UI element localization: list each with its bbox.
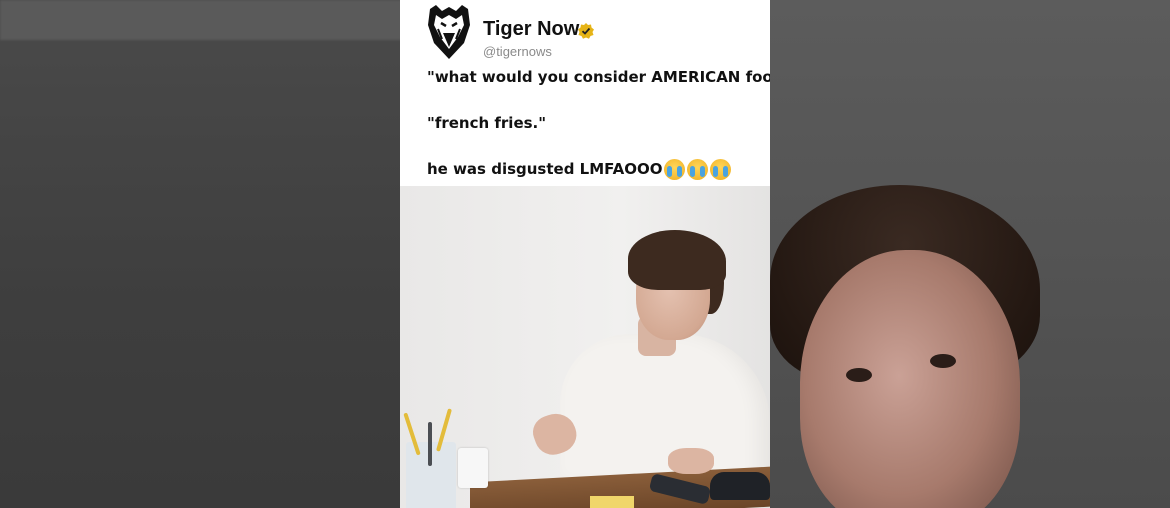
- background-left-panel: [0, 0, 400, 508]
- tiger-logo-icon[interactable]: [426, 3, 472, 61]
- background-eye: [930, 354, 956, 368]
- verified-badge-icon: [578, 23, 594, 39]
- reaction-text: he was disgusted LMFAOOO: [427, 160, 663, 178]
- photo-person-hair: [628, 230, 726, 290]
- loudly-crying-face-icon: [709, 159, 731, 180]
- background-eye: [846, 368, 872, 382]
- background-person-face: [800, 250, 1020, 508]
- post-photo[interactable]: [400, 186, 770, 508]
- photo-pencil: [428, 422, 432, 466]
- photo-person-hand: [668, 448, 714, 474]
- post-line-reaction: he was disgusted LMFAOOO: [427, 159, 757, 180]
- author-handle[interactable]: @tigernows: [483, 44, 552, 59]
- loudly-crying-face-icon: [663, 159, 685, 180]
- loudly-crying-face-icon: [686, 159, 708, 180]
- post-line-answer: "french fries.": [427, 114, 547, 132]
- post-card: Tiger Now @tigernows "what would you con…: [400, 0, 770, 508]
- photo-cup: [458, 448, 488, 488]
- photo-desk-phone: [710, 472, 770, 500]
- photo-sticky-note: [590, 496, 634, 508]
- post-header: Tiger Now @tigernows: [400, 0, 770, 68]
- emoji-row: [663, 159, 733, 180]
- post-line-question: "what would you consider AMERICAN food?": [427, 68, 770, 86]
- photo-pencil-holder: [403, 408, 456, 508]
- author-name[interactable]: Tiger Now: [483, 18, 579, 41]
